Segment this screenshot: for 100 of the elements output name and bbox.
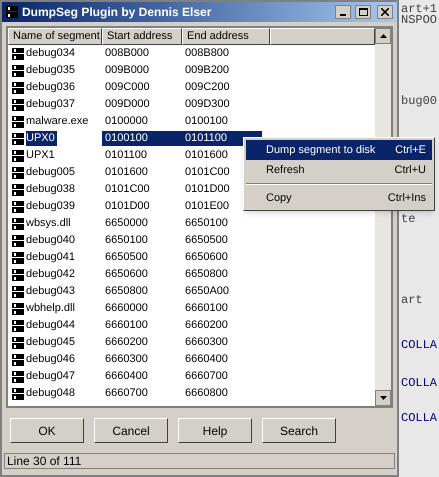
listing-text: COLLA — [400, 340, 438, 351]
segment-icon — [12, 370, 24, 382]
segment-icon — [12, 252, 24, 264]
dialog-button[interactable]: Search — [262, 418, 336, 443]
menu-shortcut: Ctrl+E — [395, 142, 426, 158]
segment-name[interactable]: debug045 — [26, 335, 77, 350]
segment-name[interactable]: debug037 — [26, 97, 77, 112]
table-cell-text: 0101C00 — [104, 182, 151, 197]
dialog-button[interactable]: OK — [10, 418, 84, 443]
segment-name[interactable]: UPX1 — [26, 148, 57, 163]
listing-text: te — [400, 214, 416, 225]
segment-icon — [12, 184, 24, 196]
menu-item-label: Copy — [266, 190, 292, 206]
table-cell-text: 6660300 — [184, 335, 229, 350]
segment-icon — [12, 200, 24, 212]
menu-shortcut: Ctrl+Ins — [388, 190, 426, 206]
menu-item-label: Refresh — [266, 162, 305, 178]
close-icon — [381, 8, 389, 16]
segment-name[interactable]: debug038 — [26, 182, 77, 197]
segment-icon — [12, 302, 24, 314]
segment-icon — [12, 166, 24, 178]
segment-icon — [12, 354, 24, 366]
table-cell-text: 6650100 — [184, 216, 229, 231]
segment-icon — [12, 116, 24, 128]
segment-name[interactable]: debug048 — [26, 386, 77, 401]
table-cell-text: 6660100 — [104, 318, 149, 333]
table-cell-text: 6660800 — [184, 386, 229, 401]
listing-text: bug00 — [400, 96, 438, 107]
table-cell-text: 0101E00 — [184, 199, 230, 214]
down-arrow-icon — [380, 396, 386, 400]
table-cell-text: 6660700 — [184, 369, 229, 384]
menu-item[interactable]: Refresh Ctrl+U — [246, 160, 432, 180]
table-cell-text: 6660100 — [184, 301, 229, 316]
table-cell-text: 6660200 — [184, 318, 229, 333]
table-cell-text: 6650500 — [184, 233, 229, 248]
dialog-button[interactable]: Cancel — [94, 418, 168, 443]
segment-icon — [12, 320, 24, 332]
segment-name[interactable]: debug046 — [26, 352, 77, 367]
segment-icon — [12, 132, 24, 144]
segment-name[interactable]: debug035 — [26, 63, 77, 78]
table-cell-text: 6650800 — [104, 284, 149, 299]
table-cell-text: 6650500 — [104, 250, 149, 265]
window-title: DumpSeg Plugin by Dennis Elser — [22, 4, 212, 21]
table-cell-text: 6660200 — [104, 335, 149, 350]
table-cell-text: 0100000 — [104, 114, 149, 129]
table-cell-text: 008B000 — [104, 46, 150, 61]
segment-icon — [12, 234, 24, 246]
segment-icon — [12, 150, 24, 162]
segment-name[interactable]: debug042 — [26, 267, 77, 282]
table-cell-text: 0100100 — [184, 114, 229, 129]
column-header[interactable]: Start address — [102, 28, 182, 45]
segment-name[interactable]: debug040 — [26, 233, 77, 248]
table-cell-text: 0101600 — [184, 148, 229, 163]
segment-icon — [12, 64, 24, 76]
table-cell-text: 009B000 — [104, 63, 150, 78]
table-cell-text: 0101600 — [104, 165, 149, 180]
segment-name[interactable]: UPX0 — [26, 131, 57, 146]
menu-item[interactable]: Dump segment to disk Ctrl+E — [246, 140, 432, 160]
column-header[interactable]: End address — [182, 28, 270, 45]
table-cell-text: 6650000 — [104, 216, 149, 231]
table-cell-text: 0101D00 — [104, 199, 151, 214]
menu-item[interactable]: Copy Ctrl+Ins — [246, 188, 432, 208]
table-cell-text: 008B800 — [184, 46, 230, 61]
segment-name[interactable]: debug041 — [26, 250, 77, 265]
segment-name[interactable]: malware.exe — [26, 114, 90, 129]
segment-icon — [12, 48, 24, 60]
listing-text: art+1 — [400, 4, 438, 15]
segment-name[interactable]: debug043 — [26, 284, 77, 299]
minimize-button[interactable] — [335, 5, 351, 19]
listing-text: NSPOO — [400, 15, 438, 26]
segment-icon — [12, 268, 24, 280]
segment-name[interactable]: debug034 — [26, 46, 77, 61]
segment-name[interactable]: debug044 — [26, 318, 77, 333]
table-cell-text: 6660300 — [104, 352, 149, 367]
segment-icon — [12, 336, 24, 348]
listing-text: COLLA — [400, 378, 438, 389]
segment-name[interactable]: wbsys.dll — [26, 216, 73, 231]
up-arrow-icon — [380, 34, 386, 38]
segment-name[interactable]: debug036 — [26, 80, 77, 95]
table-cell-text: 009B200 — [184, 63, 230, 78]
table-cell: 0100100 — [102, 131, 182, 146]
segment-name[interactable]: wbhelp.dll — [26, 301, 77, 316]
table-cell-text: 6660400 — [104, 369, 149, 384]
table-cell-text: 6660400 — [184, 352, 229, 367]
close-button[interactable] — [377, 5, 393, 19]
segment-icon — [12, 218, 24, 230]
segment-name[interactable]: debug039 — [26, 199, 77, 214]
column-header[interactable]: Name of segment — [8, 28, 102, 45]
segment-icon — [12, 82, 24, 94]
segment-name[interactable]: debug005 — [26, 165, 77, 180]
menu-item-label: Dump segment to disk — [266, 142, 376, 158]
table-cell-text: 0101100 — [104, 148, 148, 163]
dialog-button[interactable]: Help — [178, 418, 252, 443]
app-icon — [6, 6, 18, 18]
table-cell-text: 0101D00 — [184, 182, 231, 197]
table-cell-text: 6650A00 — [184, 284, 230, 299]
table-cell-text: 6650600 — [104, 267, 149, 282]
table-cell-text: 6660700 — [104, 386, 149, 401]
maximize-button[interactable] — [355, 5, 371, 19]
segment-name[interactable]: debug047 — [26, 369, 77, 384]
